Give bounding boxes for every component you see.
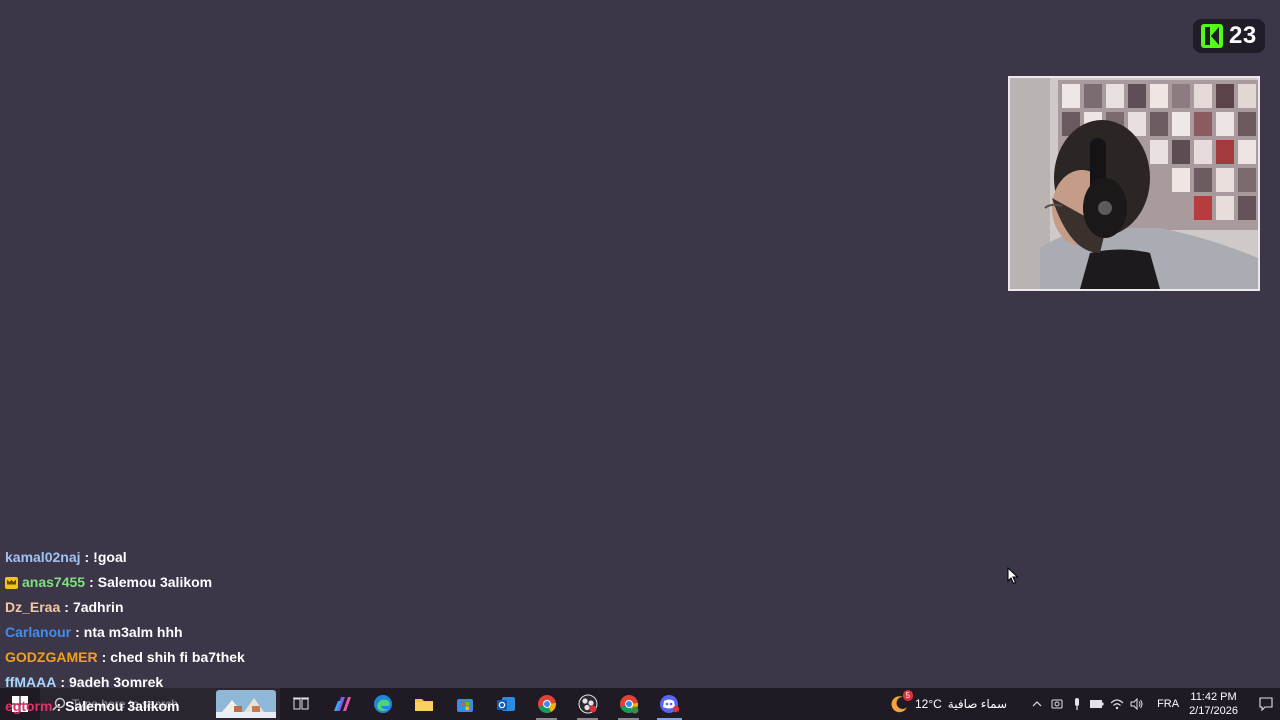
clock[interactable]: 11:42 PM 2/17/2026 — [1189, 690, 1238, 718]
chat-text: 7adhrin — [72, 599, 124, 615]
chat-message: Dz_Eraa:7adhrin — [5, 595, 405, 620]
chat-message: GODZGAMER: ched shih fi ba7thek — [5, 645, 405, 670]
microsoft-store-icon[interactable] — [444, 688, 485, 720]
mouse-cursor-icon — [1007, 567, 1019, 585]
obs-icon[interactable] — [567, 688, 608, 720]
chevron-up-icon[interactable] — [1027, 688, 1047, 720]
camera-icon[interactable] — [1047, 688, 1067, 720]
kick-logo-icon — [1201, 24, 1223, 48]
chat-separator: : — [84, 549, 90, 565]
system-tray: 5 12°C سماء صافية FRA 11:42 PM 2/17/2026 — [889, 688, 1280, 720]
chat-username: egtorm — [5, 698, 53, 714]
clock-date: 2/17/2026 — [1189, 705, 1238, 717]
chat-text: !goal — [93, 549, 127, 565]
chat-message: anas7455: Salemou 3alikom — [5, 570, 405, 595]
weather-temp: 12°C — [914, 697, 942, 711]
notification-center-icon[interactable] — [1252, 688, 1280, 720]
webcam-feed — [1010, 78, 1258, 289]
taskbar: Type here to search 5 12°C سماء صافية FR… — [0, 688, 1280, 720]
viewer-count-badge: 23 — [1193, 19, 1265, 53]
search-highlight-icon — [216, 690, 276, 718]
speaker-icon[interactable] — [1127, 688, 1147, 720]
chat-overlay: kamal02naj: !goal anas7455: Salemou 3alikom… — [5, 545, 405, 695]
webcam-overlay — [1008, 76, 1260, 291]
discord-icon[interactable] — [649, 688, 690, 720]
chat-username: Carlanour — [5, 624, 72, 640]
chat-separator: : — [101, 649, 107, 665]
chat-username: Dz_Eraa — [5, 599, 61, 615]
copilot-icon[interactable] — [321, 688, 362, 720]
moon-weather-icon: 5 — [889, 690, 913, 714]
wifi-icon[interactable] — [1107, 688, 1127, 720]
crown-icon — [5, 576, 18, 589]
chat-separator: : — [75, 624, 80, 640]
chat-text: ched shih fi ba7thek — [110, 649, 245, 665]
weather-condition: سماء صافية — [947, 697, 1008, 711]
chat-message: Carlanour: nta m3alm hhh — [5, 620, 405, 645]
microphone-icon[interactable] — [1067, 688, 1087, 720]
chat-separator: : — [89, 574, 94, 590]
viewer-count: 23 — [1229, 22, 1257, 49]
language-indicator[interactable]: FRA — [1157, 698, 1179, 710]
chrome-profile-icon[interactable] — [608, 688, 649, 720]
battery-icon[interactable] — [1087, 688, 1107, 720]
chat-separator: : — [56, 698, 62, 714]
chat-username: anas7455 — [22, 574, 86, 590]
chat-message: kamal02naj: !goal — [5, 545, 405, 570]
chat-text: nta m3alm hhh — [83, 624, 183, 640]
task-view-icon[interactable] — [280, 688, 321, 720]
chrome-icon[interactable] — [526, 688, 567, 720]
outlook-icon[interactable] — [485, 688, 526, 720]
chat-username: GODZGAMER — [5, 649, 98, 665]
chat-text: Salemou 3alikom — [65, 698, 180, 714]
chat-separator: : — [64, 599, 69, 615]
weather-widget[interactable]: 5 12°C سماء صافية — [889, 690, 1008, 714]
file-explorer-icon[interactable] — [403, 688, 444, 720]
edge-icon[interactable] — [362, 688, 403, 720]
chat-username: kamal02naj — [5, 549, 81, 565]
weather-alert-badge: 5 — [902, 690, 913, 701]
chat-message-overlap: egtorm : Salemou 3alikom — [5, 698, 180, 714]
taskbar-apps — [280, 688, 690, 720]
chat-text: Salemou 3alikom — [97, 574, 213, 590]
clock-time: 11:42 PM — [1190, 691, 1237, 703]
